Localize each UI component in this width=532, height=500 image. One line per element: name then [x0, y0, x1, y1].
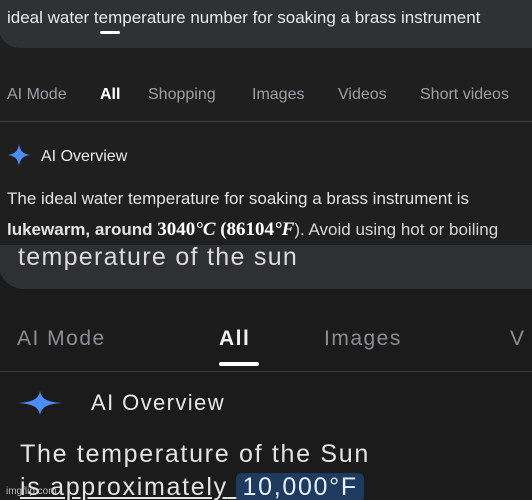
ai-overview-header: AI Overview	[7, 143, 127, 167]
answer-line-2: lukewarm, around 3040°C (86104°F). Avoid…	[7, 219, 498, 241]
answer-value-celsius: 3040	[157, 219, 196, 240]
sparkle-icon	[18, 391, 62, 415]
watermark: imgflip.com	[6, 486, 57, 497]
sparkle-icon	[8, 144, 30, 166]
search-query[interactable]: temperature of the sun	[18, 245, 298, 272]
answer-highlight: 10,000°F	[236, 473, 364, 500]
answer-line-1: The temperature of the Sun	[20, 440, 370, 468]
tab-videos[interactable]: Videos	[338, 86, 387, 104]
tab-short-videos[interactable]: Short videos	[420, 86, 509, 104]
search-bar[interactable]: ideal water temperature number for soaki…	[0, 0, 532, 48]
bottom-search-panel: temperature of the sun AI Mode All Image…	[0, 245, 532, 500]
tab-shopping[interactable]: Shopping	[148, 86, 216, 104]
tab-ai-mode[interactable]: AI Mode	[7, 86, 67, 104]
divider	[0, 121, 532, 122]
tab-all[interactable]: All	[100, 86, 120, 104]
ai-overview-label: AI Overview	[91, 390, 225, 415]
search-bar[interactable]: temperature of the sun	[0, 245, 532, 289]
answer-value-fahrenheit: (86104	[220, 219, 275, 240]
ai-overview-label: AI Overview	[41, 148, 128, 165]
tab-images[interactable]: Images	[252, 86, 304, 104]
search-tabs: AI Mode All Images V	[0, 327, 532, 357]
ai-overview-header: AI Overview	[17, 390, 225, 416]
divider	[0, 371, 532, 372]
active-tab-indicator	[100, 31, 120, 34]
answer-tail-text: ). Avoid using hot or boiling	[294, 220, 499, 239]
answer-line-2: is approximately 10,000°F	[20, 473, 364, 500]
tab-videos-partial[interactable]: V	[510, 327, 526, 351]
answer-line-1: The ideal water temperature for soaking …	[7, 189, 470, 208]
answer-unit-fahrenheit: °F	[274, 219, 295, 240]
answer-unit-celsius: °C	[195, 219, 216, 240]
tab-ai-mode[interactable]: AI Mode	[17, 327, 106, 351]
active-tab-indicator	[219, 362, 259, 366]
search-tabs: AI Mode All Shopping Images Videos Short…	[0, 86, 532, 106]
tab-all[interactable]: All	[219, 327, 250, 351]
tab-images[interactable]: Images	[324, 327, 402, 351]
search-query[interactable]: ideal water temperature number for soaki…	[7, 8, 480, 28]
top-search-panel: ideal water temperature number for soaki…	[0, 0, 532, 245]
answer-bold-text: lukewarm, around	[7, 220, 153, 239]
